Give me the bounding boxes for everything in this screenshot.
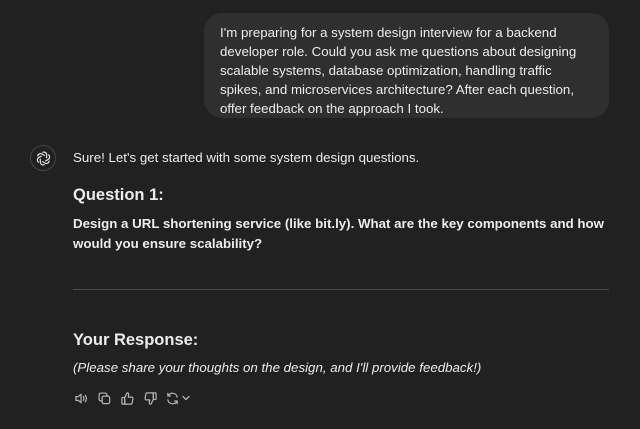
divider <box>73 289 609 290</box>
thumbs-down-button[interactable] <box>142 390 158 406</box>
regenerate-button[interactable] <box>165 391 191 406</box>
regenerate-icon <box>167 392 178 404</box>
read-aloud-button[interactable] <box>73 390 89 406</box>
assistant-avatar <box>30 145 56 171</box>
user-message-text: I'm preparing for a system design interv… <box>220 25 577 116</box>
question-heading: Question 1: <box>73 186 164 204</box>
chat-page: I'm preparing for a system design interv… <box>0 0 640 429</box>
thumbs-down-icon <box>143 391 157 405</box>
assistant-intro: Sure! Let's get started with some system… <box>73 150 420 165</box>
response-text: (Please share your thoughts on the desig… <box>73 360 482 375</box>
openai-logo-icon <box>36 151 50 165</box>
thumbs-up-button[interactable] <box>119 390 135 406</box>
assistant-message: Sure! Let's get started with some system… <box>73 148 613 405</box>
copy-button[interactable] <box>96 390 112 406</box>
thumbs-up-icon <box>120 391 134 405</box>
copy-icon <box>97 391 110 404</box>
chevron-down-icon <box>182 395 190 401</box>
response-heading: Your Response: <box>73 331 199 349</box>
user-message-bubble: I'm preparing for a system design interv… <box>204 13 609 118</box>
read-aloud-icon <box>74 393 87 403</box>
question-text: Design a URL shortening service (like bi… <box>73 216 605 251</box>
message-actions <box>73 390 191 406</box>
